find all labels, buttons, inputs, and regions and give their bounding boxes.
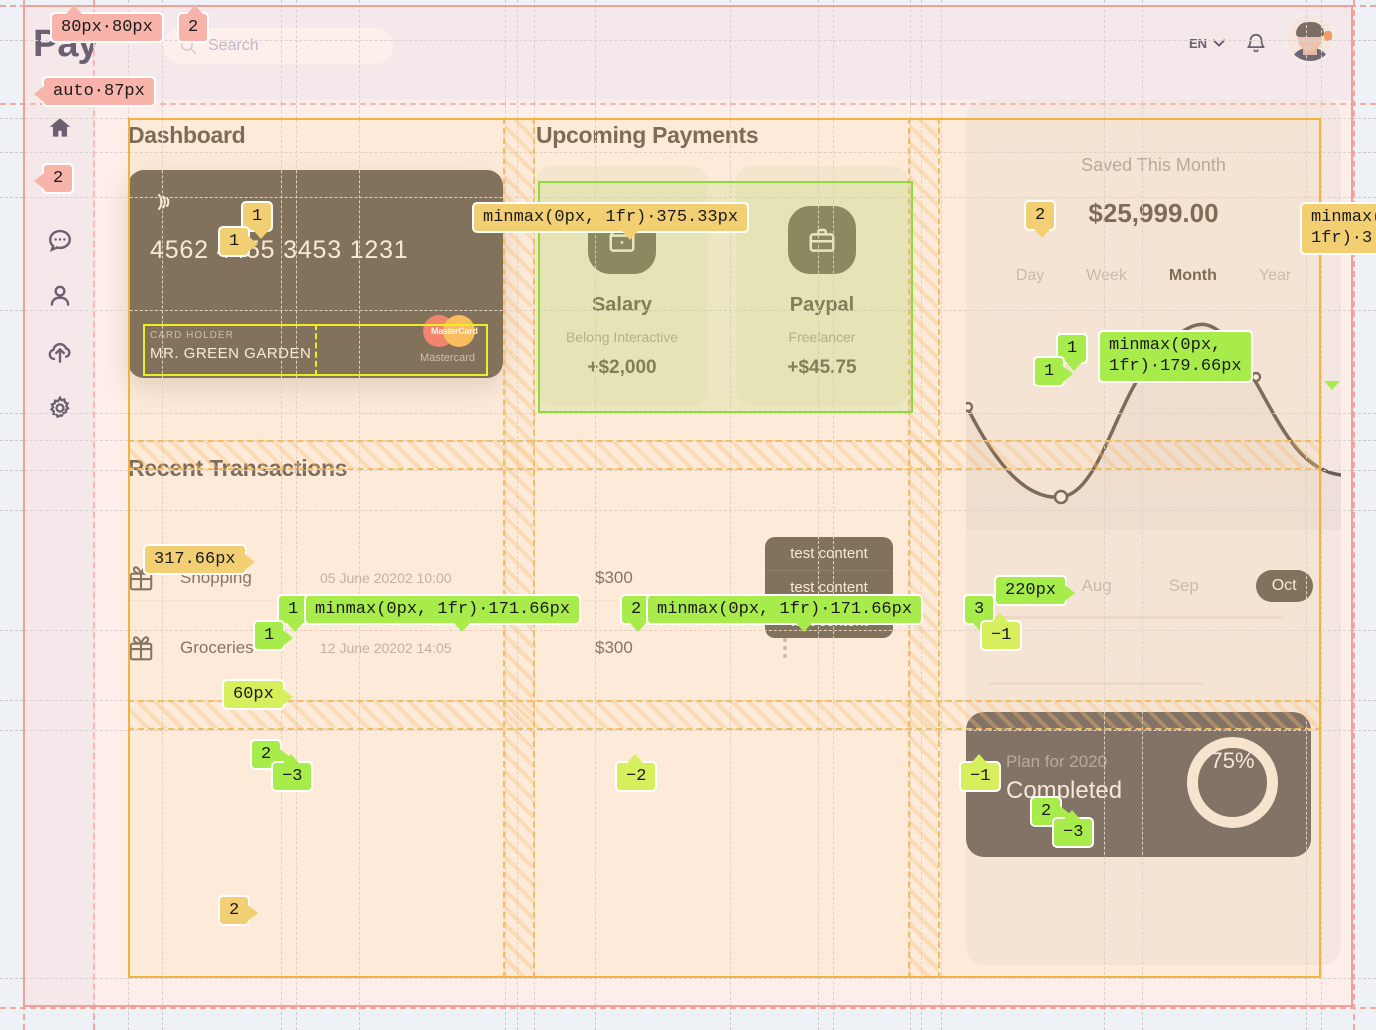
divider-2 — [988, 682, 1204, 685]
sidebar-item-home[interactable] — [23, 100, 96, 156]
payment-name: Paypal — [736, 294, 908, 317]
gift-icon — [128, 564, 180, 592]
payment-sub: Belong Interactive — [536, 329, 708, 345]
profile-icon — [47, 283, 73, 309]
container-line-horizontal — [0, 1007, 1376, 1009]
wallet-icon — [588, 206, 656, 274]
contactless-icon — [151, 190, 177, 214]
month-tab-oct[interactable]: Oct — [1256, 570, 1313, 602]
upcoming-payments-list: Salary Belong Interactive +$2,000 Paypal… — [536, 166, 911, 406]
chart-point — [966, 403, 972, 411]
tooltip-stack: test content test content test content — [765, 537, 893, 638]
mail-icon — [47, 171, 73, 197]
transaction-amount: $300 — [595, 568, 775, 588]
tooltip-item: test content — [765, 605, 893, 638]
page-title: Dashboard — [128, 122, 245, 149]
chart-point — [1252, 373, 1260, 381]
chart-point — [1132, 371, 1140, 379]
sidebar — [23, 100, 96, 436]
month-tab-july[interactable]: July — [994, 576, 1024, 596]
card-brand-label: Mastercard — [420, 352, 475, 364]
mastercard-wordmark: MasterCard — [431, 324, 467, 338]
sidebar-item-profile[interactable] — [23, 268, 96, 324]
sidebar-item-upload[interactable] — [23, 324, 96, 380]
search-input[interactable] — [208, 28, 388, 64]
card-holder-label: CARD HOLDER — [150, 330, 234, 341]
header-actions: EN — [1189, 25, 1333, 61]
main-content: Dashboard 4562 4455 3453 1231 CARD HOLDE… — [128, 100, 1353, 1007]
month-tab-sep[interactable]: Sep — [1169, 576, 1199, 596]
card-number: 4562 4455 3453 1231 — [150, 236, 409, 265]
plan-progress-value: 75% — [1184, 748, 1281, 774]
avatar-accent — [1324, 31, 1332, 41]
app-window: Pay EN — [23, 5, 1353, 1007]
avatar-hair — [1296, 22, 1324, 37]
container-line-vertical — [1353, 0, 1355, 1030]
more-icon[interactable] — [775, 638, 795, 658]
range-tab-week[interactable]: Week — [1086, 267, 1127, 285]
payment-amount: +$2,000 — [536, 357, 708, 379]
upcoming-title: Upcoming Payments — [536, 122, 758, 149]
transaction-date: 05 June 20202 10:00 — [320, 570, 595, 586]
gift-icon — [128, 634, 180, 662]
search-icon — [179, 37, 197, 55]
bell-icon[interactable] — [1245, 31, 1267, 55]
saved-title: Saved This Month — [966, 155, 1341, 176]
payment-card-salary[interactable]: Salary Belong Interactive +$2,000 — [536, 166, 708, 406]
sidebar-item-mail[interactable] — [23, 156, 96, 212]
transaction-name: Groceries — [180, 638, 320, 658]
chat-icon — [47, 227, 73, 253]
chevron-down-icon — [1213, 39, 1225, 47]
upload-icon — [47, 339, 73, 365]
saved-panel: Saved This Month $25,999.00 Day Week Mon… — [966, 100, 1341, 965]
search-bar[interactable] — [163, 28, 393, 64]
avatar[interactable] — [1287, 15, 1333, 61]
transaction-name: Shopping — [180, 568, 320, 588]
mastercard-logo: MasterCard — [423, 315, 475, 347]
transaction-amount: $300 — [595, 638, 775, 658]
payment-name: Salary — [536, 294, 708, 317]
chart-month-tabs: July Aug Sep Oct — [966, 570, 1341, 602]
sidebar-item-settings[interactable] — [23, 380, 96, 436]
plan-subtitle: Plan for 2020 — [1006, 752, 1107, 772]
card-holder-name: MR. GREEN GARDEN — [150, 345, 311, 362]
range-tab-day[interactable]: Day — [1016, 267, 1044, 285]
briefcase-icon — [788, 206, 856, 274]
transactions-title: Recent Transactions — [128, 455, 347, 482]
payment-amount: +$45.75 — [736, 357, 908, 379]
tooltip-item: test content — [765, 537, 893, 571]
plan-card[interactable]: Plan for 2020 Completed 75% — [966, 712, 1311, 857]
home-icon — [47, 115, 73, 141]
app-logo: Pay — [33, 23, 143, 66]
transaction-date: 12 June 20202 14:05 — [320, 640, 595, 656]
saved-amount: $25,999.00 — [966, 198, 1341, 229]
chart-point — [1055, 491, 1067, 503]
range-tab-year[interactable]: Year — [1259, 267, 1291, 285]
language-selector[interactable]: EN — [1189, 36, 1225, 51]
payment-card-paypal[interactable]: Paypal Freelancer +$45.75 — [736, 166, 908, 406]
sidebar-item-chat[interactable] — [23, 212, 96, 268]
saved-range-tabs: Day Week Month Year — [966, 267, 1341, 285]
month-tab-aug[interactable]: Aug — [1082, 576, 1112, 596]
divider-1 — [988, 616, 1284, 619]
payment-sub: Freelancer — [736, 329, 908, 345]
credit-card[interactable]: 4562 4455 3453 1231 CARD HOLDER MR. GREE… — [128, 170, 503, 378]
tooltip-item: test content — [765, 571, 893, 605]
plan-status: Completed — [1006, 777, 1122, 805]
range-tab-month[interactable]: Month — [1169, 267, 1217, 285]
savings-line-chart — [966, 315, 1341, 530]
language-label: EN — [1189, 36, 1207, 51]
settings-icon — [47, 395, 73, 421]
